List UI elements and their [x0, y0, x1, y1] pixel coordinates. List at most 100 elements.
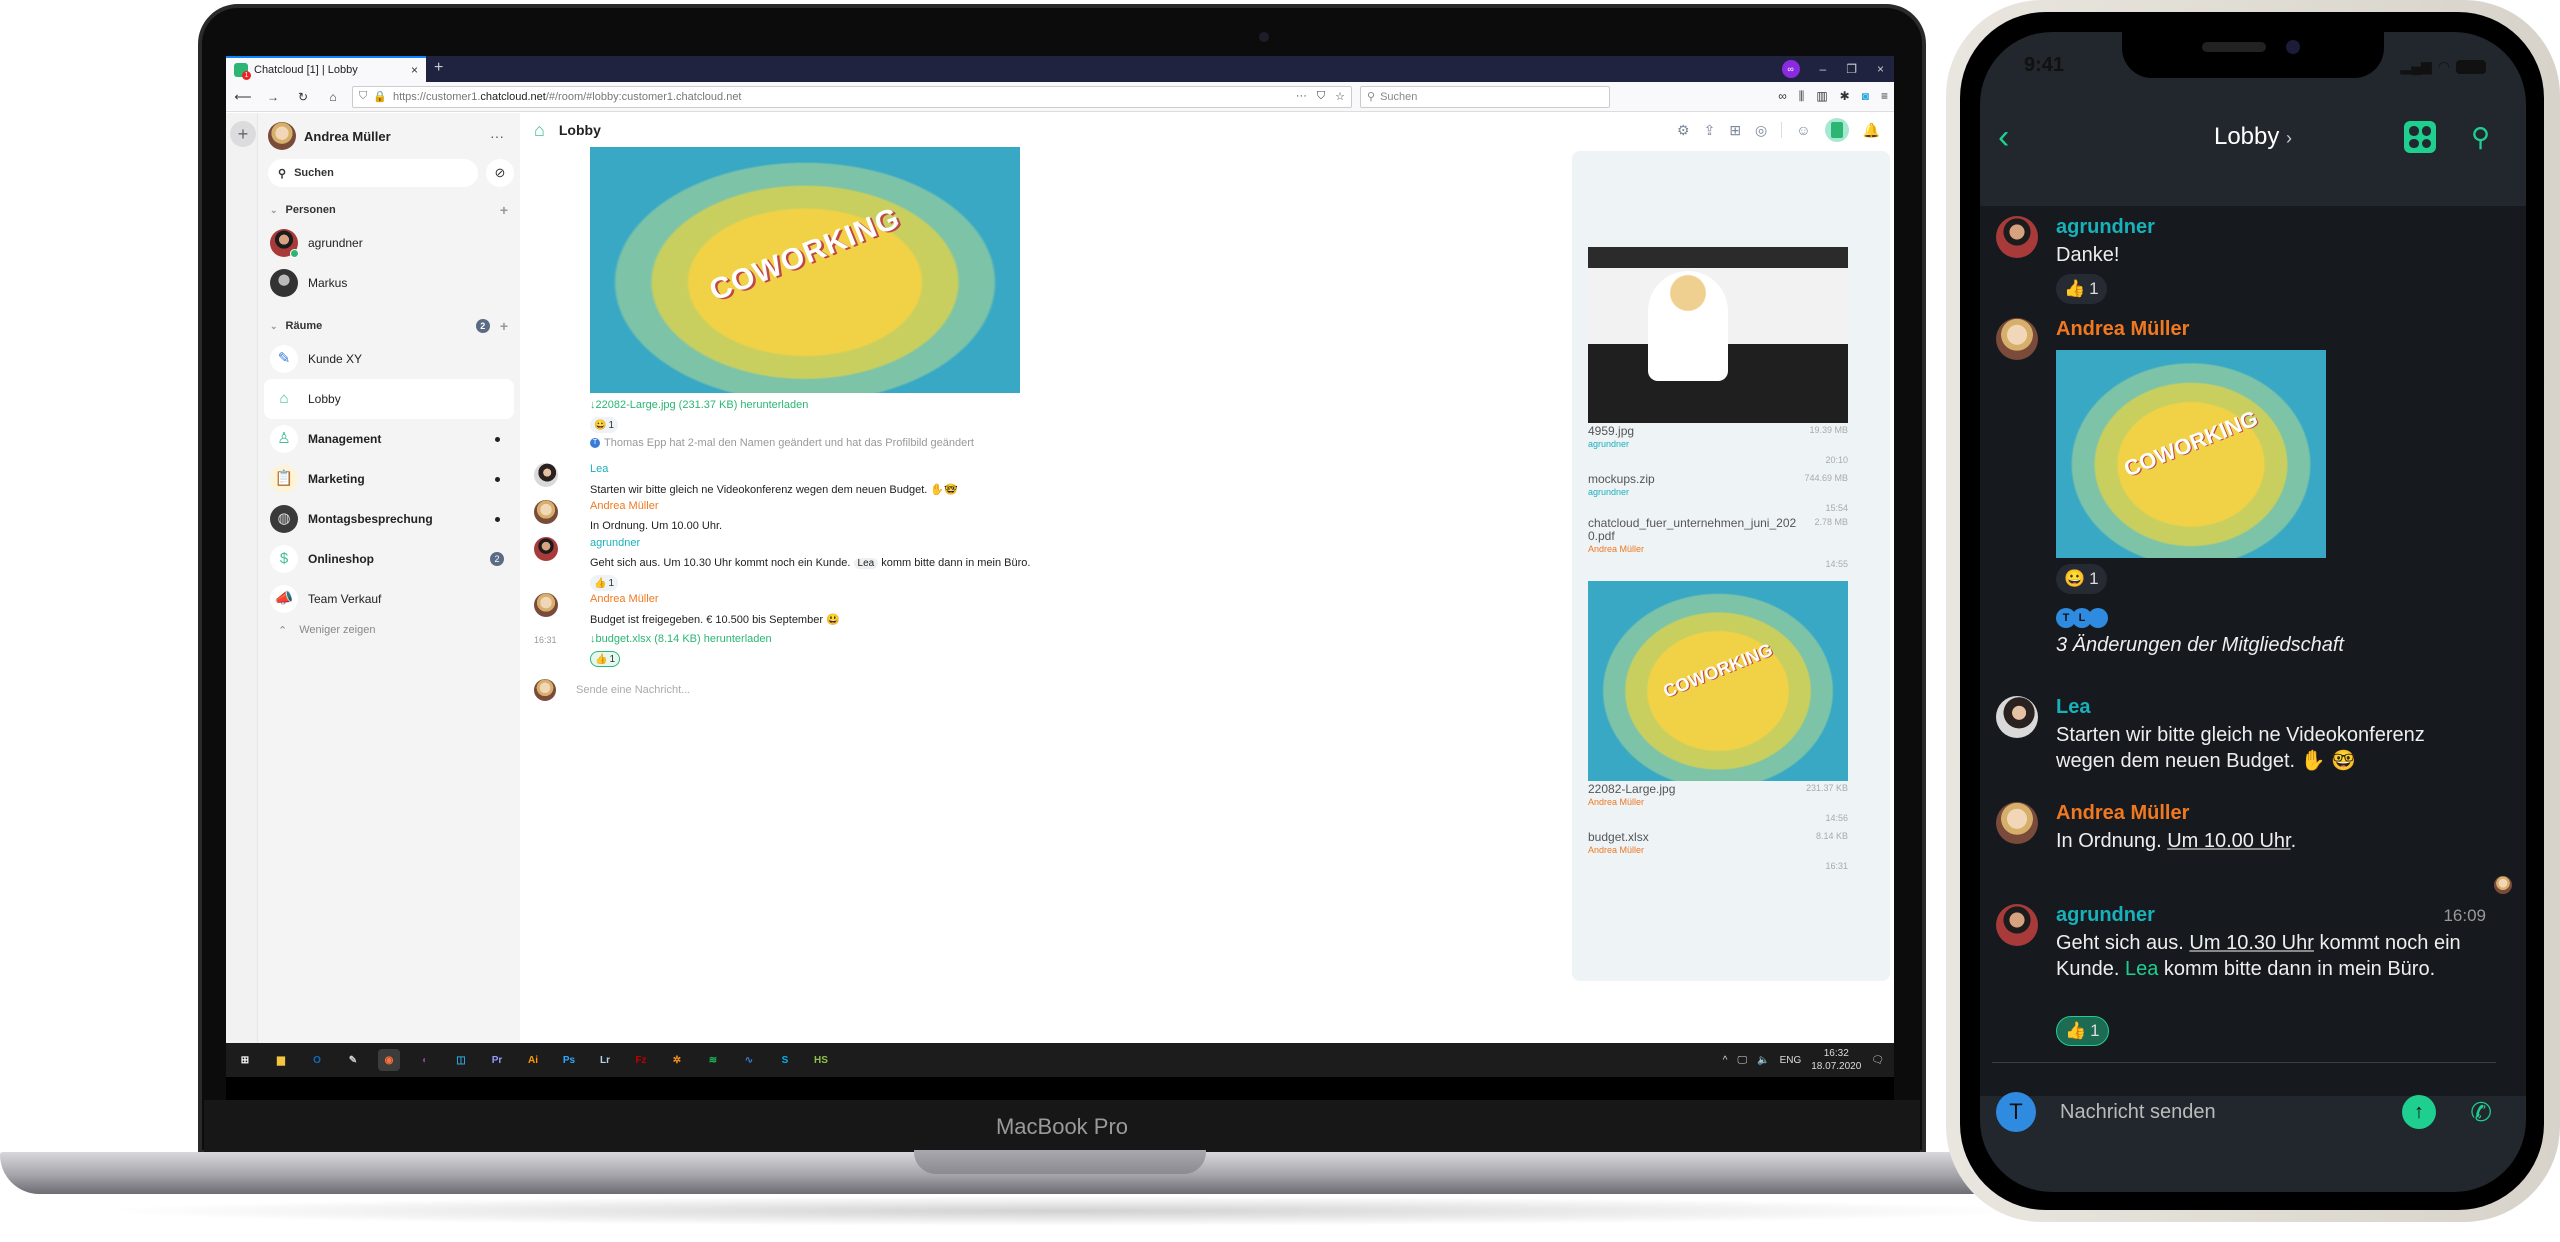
close-window-button[interactable]: ×	[1877, 62, 1884, 76]
notification-center-icon[interactable]: 🗨	[1871, 1055, 1884, 1066]
taskbar-explorer-icon[interactable]: ▆	[270, 1049, 292, 1071]
pocket-icon[interactable]: ⛉	[1317, 90, 1325, 103]
taskbar-skype-icon[interactable]: S	[774, 1049, 796, 1071]
section-rooms[interactable]: ⌄ Räume 2 +	[264, 313, 514, 339]
sender-avatar[interactable]	[1996, 904, 2038, 946]
sidebar-item-montagsbesprechung[interactable]: ◍ Montagsbesprechung	[264, 499, 514, 539]
sidebar-item-kunde-xy[interactable]: ✎ Kunde XY	[264, 339, 514, 379]
download-file-link[interactable]: ↓budget.xlsx (8.14 KB) herunterladen	[590, 633, 772, 645]
reaction-badge[interactable]: 😀 1	[590, 417, 619, 433]
taskbar-settings-app-icon[interactable]: ✲	[666, 1049, 688, 1071]
mask-icon[interactable]: ∞	[1778, 89, 1787, 104]
message-input[interactable]: Nachricht senden	[2060, 1101, 2216, 1124]
more-icon[interactable]: ···	[490, 128, 504, 144]
reaction-badge[interactable]: 😀 1	[2056, 564, 2107, 594]
browser-tab[interactable]: Chatcloud [1] | Lobby ×	[226, 56, 426, 82]
volume-icon[interactable]: 🔈	[1757, 1055, 1769, 1066]
taskbar-photoshop-icon[interactable]: Ps	[558, 1049, 580, 1071]
extension-icon[interactable]: ✱	[1840, 89, 1850, 104]
file-item[interactable]: mockups.zip agrundner 744.69 MB 15:54	[1588, 473, 1848, 514]
add-room-button[interactable]: +	[500, 318, 508, 334]
mention[interactable]: Lea	[2125, 958, 2158, 980]
apps-grid-icon[interactable]: ⊞	[1729, 122, 1741, 139]
sender-avatar[interactable]	[534, 593, 558, 617]
sidebar-item-markus[interactable]: Markus	[264, 263, 514, 303]
sender-name[interactable]: agrundner	[590, 537, 640, 549]
files-panel-icon[interactable]	[1824, 118, 1849, 142]
network-icon[interactable]: 🖵	[1737, 1055, 1747, 1066]
bookmark-star-icon[interactable]: ☆	[1335, 90, 1345, 103]
library-icon[interactable]: ⫼	[1799, 89, 1805, 104]
coworking-image[interactable]: COWORKING	[590, 147, 1020, 393]
message-composer[interactable]: Sende eine Nachricht...	[534, 679, 690, 701]
sender-avatar[interactable]	[1996, 318, 2038, 360]
sender-avatar[interactable]	[534, 463, 558, 487]
taskbar-tor-icon[interactable]: ◐	[414, 1049, 436, 1071]
taskbar-outlook-icon[interactable]: O	[306, 1049, 328, 1071]
browser-search-input[interactable]: ⚲ Suchen	[1360, 85, 1610, 108]
add-person-button[interactable]: +	[500, 202, 508, 218]
taskbar-firefox-icon[interactable]: ◉	[378, 1049, 400, 1071]
members-icon[interactable]: ☺	[1796, 122, 1810, 138]
file-thumbnail[interactable]: COWORKING	[1588, 581, 1848, 781]
reaction-badge[interactable]: 👍 1	[2056, 274, 2107, 304]
file-item[interactable]: budget.xlsx Andrea Müller 8.14 KB 16:31	[1588, 831, 1848, 872]
home-icon[interactable]: ⌂	[322, 90, 344, 104]
url-bar[interactable]: ⛉ 🔒 https://customer1.chatcloud.net/#/ro…	[352, 85, 1352, 108]
apps-grid-icon[interactable]	[2404, 121, 2436, 153]
file-thumbnail[interactable]	[1588, 247, 1848, 423]
section-people[interactable]: ⌄ Personen +	[264, 197, 514, 223]
sidebar-item-onlineshop[interactable]: $ Onlineshop 2	[264, 539, 514, 579]
reaction-badge[interactable]: 👍 1	[2056, 1016, 2109, 1046]
search-icon[interactable]: ⚲	[2471, 122, 2490, 153]
taskbar-start-icon[interactable]: ⊞	[234, 1049, 256, 1071]
phone-call-icon[interactable]: ✆	[2470, 1097, 2492, 1128]
page-actions-icon[interactable]: ···	[1296, 90, 1307, 103]
language-indicator[interactable]: ENG	[1780, 1055, 1802, 1066]
sidebar-item-marketing[interactable]: 📋 Marketing	[264, 459, 514, 499]
taskbar-filezilla-icon[interactable]: Fz	[630, 1049, 652, 1071]
sender-name[interactable]: Andrea Müller	[590, 500, 658, 512]
sidebar-item-management[interactable]: ♙ Management	[264, 419, 514, 459]
sidebar-item-lobby[interactable]: ⌂ Lobby	[264, 379, 514, 419]
notifications-bell-icon[interactable]: 🔔	[1863, 122, 1880, 139]
file-item[interactable]: 22082-Large.jpg Andrea Müller 231.37 KB 1…	[1588, 783, 1848, 824]
phone-room-title[interactable]: Lobby ›	[1980, 123, 2526, 151]
tray-expand-icon[interactable]: ^	[1723, 1055, 1728, 1066]
room-search-input[interactable]: ⚲ Suchen	[268, 159, 478, 187]
taskbar-spotify-icon[interactable]: ≋	[702, 1049, 724, 1071]
user-menu[interactable]: Andrea Müller ···	[264, 121, 514, 151]
sender-name[interactable]: Lea	[590, 463, 608, 475]
restore-button[interactable]: ❐	[1846, 62, 1857, 76]
tab-close-icon[interactable]: ×	[411, 63, 418, 77]
time-link[interactable]: Um 10.30 Uhr	[2189, 932, 2314, 954]
taskbar-premiere-icon[interactable]: Pr	[486, 1049, 508, 1071]
taskbar-illustrator-icon[interactable]: Ai	[522, 1049, 544, 1071]
file-item[interactable]: 4959.jpg agrundner 19.39 MB 20:10	[1588, 425, 1848, 466]
composer-input[interactable]: Sende eine Nachricht...	[576, 684, 690, 696]
sender-avatar[interactable]	[1996, 216, 2038, 258]
back-icon[interactable]: ⟵	[232, 90, 254, 104]
sidebar-icon[interactable]: ▥	[1816, 89, 1827, 104]
new-tab-button[interactable]: +	[434, 59, 443, 77]
menu-icon[interactable]: ≡	[1881, 89, 1888, 104]
minimize-button[interactable]: –	[1820, 62, 1827, 76]
ghost-icon[interactable]: ◙	[1862, 89, 1869, 104]
sidebar-item-team-verkauf[interactable]: 📣 Team Verkauf	[264, 579, 514, 619]
taskbar-monitor-icon[interactable]: ∿	[738, 1049, 760, 1071]
reaction-badge[interactable]: 👍 1	[590, 651, 621, 667]
file-item[interactable]: chatcloud_fuer_unternehmen_juni_2020.pdf…	[1588, 517, 1848, 570]
explore-compass-icon[interactable]: ⊘	[486, 159, 514, 187]
create-space-button[interactable]: +	[230, 121, 256, 147]
reaction-badge[interactable]: 👍 1	[590, 575, 619, 591]
membership-changes[interactable]: 3 Änderungen der Mitgliedschaft	[2056, 634, 2344, 657]
room-search-icon[interactable]: ◎	[1755, 122, 1767, 139]
taskbar-app-blue-icon[interactable]: ◫	[450, 1049, 472, 1071]
taskbar-tool-icon[interactable]: ✎	[342, 1049, 364, 1071]
mention-pill[interactable]: Lea	[853, 558, 879, 569]
sender-avatar[interactable]	[534, 500, 558, 524]
settings-gear-icon[interactable]: ⚙	[1677, 122, 1690, 139]
taskbar-lightroom-icon[interactable]: Lr	[594, 1049, 616, 1071]
share-upload-icon[interactable]: ⇪	[1704, 122, 1716, 139]
system-clock[interactable]: 16:32 18.07.2020	[1811, 1047, 1861, 1073]
